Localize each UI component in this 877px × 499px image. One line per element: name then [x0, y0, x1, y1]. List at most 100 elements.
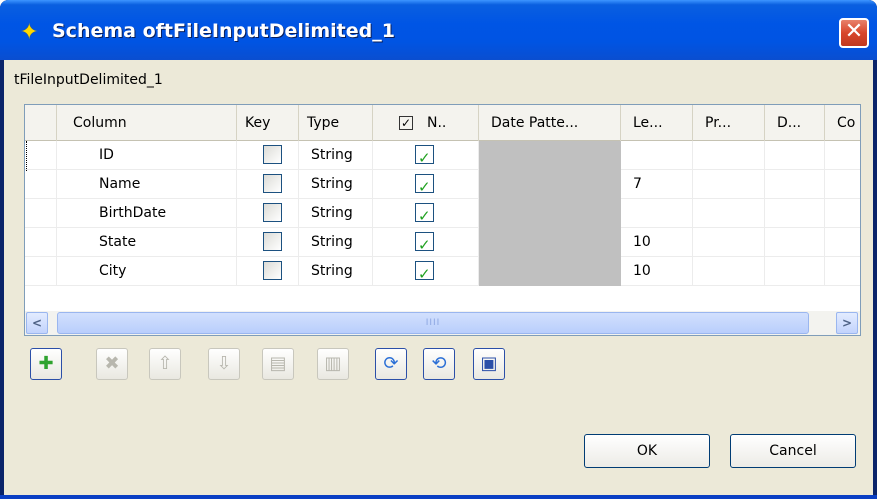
copy-button[interactable]: ▤: [262, 348, 294, 380]
ok-button[interactable]: OK: [584, 434, 710, 468]
nullable-checkbox[interactable]: ✓: [415, 174, 434, 196]
type-cell[interactable]: String: [299, 257, 373, 286]
move-up-button[interactable]: ⇧: [149, 348, 181, 380]
precision-cell[interactable]: [693, 199, 765, 228]
date-pattern-cell[interactable]: [479, 228, 621, 257]
length-cell[interactable]: 10: [621, 228, 693, 257]
checkmark-icon: ✓: [418, 265, 431, 283]
table-row[interactable]: Name String ✓ 7: [25, 170, 860, 199]
column-header-key[interactable]: Key: [237, 105, 299, 141]
row-header-corner: [25, 105, 57, 141]
date-pattern-cell[interactable]: [479, 257, 621, 286]
comment-cell[interactable]: [825, 228, 860, 257]
remove-row-button[interactable]: ✖: [96, 348, 128, 380]
column-header-precision[interactable]: Pr...: [693, 105, 765, 141]
paste-button[interactable]: ▥: [317, 348, 349, 380]
table-row[interactable]: ID String ✓: [25, 141, 860, 170]
type-cell[interactable]: String: [299, 199, 373, 228]
precision-cell[interactable]: [693, 170, 765, 199]
precision-cell[interactable]: [693, 228, 765, 257]
key-cell[interactable]: [237, 228, 299, 257]
schema-dialog: ✦ Schema oftFileInputDelimited_1 ✕ tFile…: [0, 0, 877, 499]
scroll-right-arrow[interactable]: >: [836, 312, 858, 334]
comment-cell[interactable]: [825, 141, 860, 170]
column-header-default[interactable]: D...: [765, 105, 825, 141]
date-pattern-cell[interactable]: [479, 170, 621, 199]
import-schema-button[interactable]: ⟳: [375, 348, 407, 380]
table-row[interactable]: City String ✓ 10: [25, 257, 860, 286]
default-cell[interactable]: [765, 257, 825, 286]
scroll-left-arrow[interactable]: <: [26, 312, 48, 334]
column-name-cell[interactable]: ID: [57, 141, 237, 170]
column-header-nullable[interactable]: ✓ N..: [373, 105, 479, 141]
date-pattern-cell[interactable]: [479, 199, 621, 228]
key-checkbox[interactable]: [263, 232, 282, 251]
precision-cell[interactable]: [693, 257, 765, 286]
type-cell[interactable]: String: [299, 170, 373, 199]
export-schema-button[interactable]: ⟲: [423, 348, 455, 380]
horizontal-scrollbar[interactable]: < IIII >: [25, 311, 860, 335]
component-label: tFileInputDelimited_1: [14, 72, 163, 88]
table-header: Column Key Type ✓ N.. Date Patte... Le...…: [25, 105, 860, 141]
key-cell[interactable]: [237, 199, 299, 228]
key-cell[interactable]: [237, 257, 299, 286]
nullable-cell[interactable]: ✓: [373, 170, 479, 199]
comment-cell[interactable]: [825, 199, 860, 228]
nullable-cell[interactable]: ✓: [373, 228, 479, 257]
default-cell[interactable]: [765, 199, 825, 228]
nullable-cell[interactable]: ✓: [373, 257, 479, 286]
nullable-cell[interactable]: ✓: [373, 141, 479, 170]
row-header-cell[interactable]: [25, 141, 57, 170]
default-cell[interactable]: [765, 228, 825, 257]
cancel-button[interactable]: Cancel: [730, 434, 856, 468]
default-cell[interactable]: [765, 141, 825, 170]
title-bar[interactable]: ✦ Schema oftFileInputDelimited_1 ✕: [0, 0, 877, 60]
nullable-cell[interactable]: ✓: [373, 199, 479, 228]
nullable-checkbox[interactable]: ✓: [415, 261, 434, 283]
default-cell[interactable]: [765, 170, 825, 199]
comment-cell[interactable]: [825, 170, 860, 199]
date-pattern-cell[interactable]: [479, 141, 621, 170]
select-all-nullable-checkbox[interactable]: ✓: [399, 116, 413, 130]
row-header-cell[interactable]: [25, 170, 57, 199]
column-name-cell[interactable]: State: [57, 228, 237, 257]
length-cell[interactable]: [621, 199, 693, 228]
add-row-button[interactable]: ✚: [30, 348, 62, 380]
column-name-cell[interactable]: Name: [57, 170, 237, 199]
row-header-cell[interactable]: [25, 257, 57, 286]
comment-cell[interactable]: [825, 257, 860, 286]
disabled-cell-fill: [479, 170, 621, 199]
column-name-cell[interactable]: City: [57, 257, 237, 286]
nullable-checkbox[interactable]: ✓: [415, 203, 434, 225]
precision-cell[interactable]: [693, 141, 765, 170]
type-cell[interactable]: String: [299, 141, 373, 170]
row-header-cell[interactable]: [25, 228, 57, 257]
column-header-date-pattern[interactable]: Date Patte...: [479, 105, 621, 141]
key-checkbox[interactable]: [263, 145, 282, 164]
move-down-button[interactable]: ⇩: [208, 348, 240, 380]
column-header-comment[interactable]: Co: [825, 105, 860, 141]
column-name-cell[interactable]: BirthDate: [57, 199, 237, 228]
nullable-checkbox[interactable]: ✓: [415, 232, 434, 254]
length-cell[interactable]: 10: [621, 257, 693, 286]
row-header-cell[interactable]: [25, 199, 57, 228]
disabled-cell-fill: [479, 141, 621, 170]
key-checkbox[interactable]: [263, 261, 282, 280]
table-row[interactable]: State String ✓ 10: [25, 228, 860, 257]
column-header-column[interactable]: Column: [57, 105, 237, 141]
nullable-checkbox[interactable]: ✓: [415, 145, 434, 167]
key-checkbox[interactable]: [263, 174, 282, 193]
scroll-thumb[interactable]: IIII: [57, 312, 809, 334]
save-schema-button[interactable]: ▣: [473, 348, 505, 380]
key-cell[interactable]: [237, 170, 299, 199]
key-cell[interactable]: [237, 141, 299, 170]
length-cell[interactable]: [621, 141, 693, 170]
close-button[interactable]: ✕: [839, 18, 869, 48]
length-cell[interactable]: 7: [621, 170, 693, 199]
window-title: Schema oftFileInputDelimited_1: [52, 20, 395, 42]
type-cell[interactable]: String: [299, 228, 373, 257]
table-row[interactable]: BirthDate String ✓: [25, 199, 860, 228]
key-checkbox[interactable]: [263, 203, 282, 222]
column-header-type[interactable]: Type: [299, 105, 373, 141]
column-header-length[interactable]: Le...: [621, 105, 693, 141]
